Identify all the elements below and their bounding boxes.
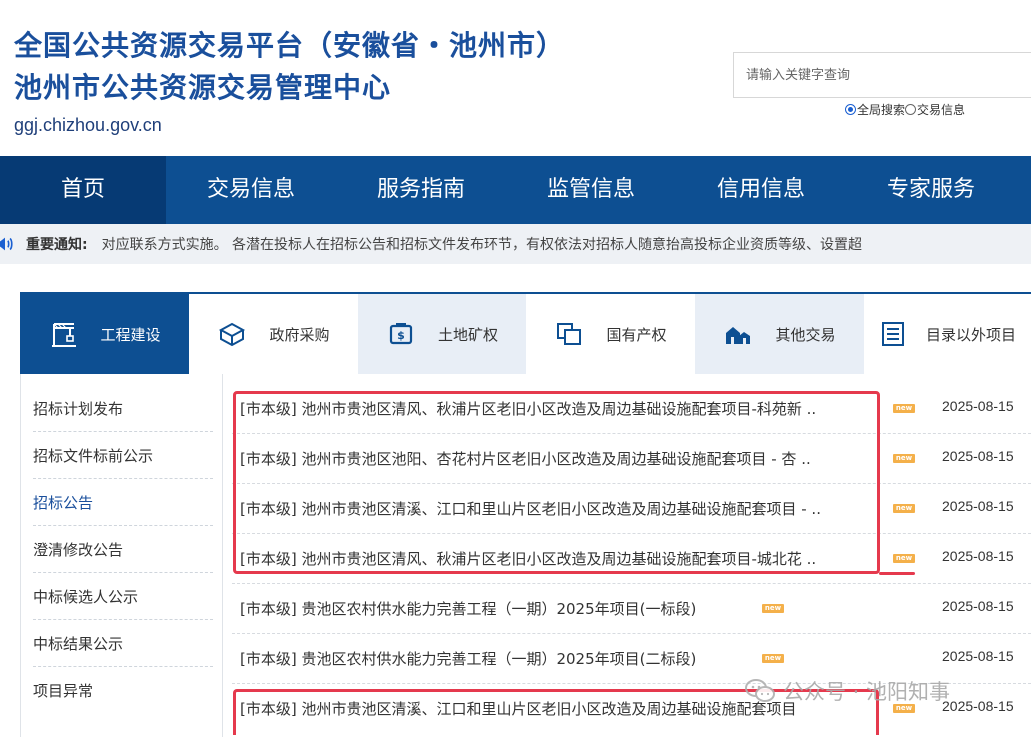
watermark: 公众号 · 池阳知事: [745, 676, 950, 706]
sidebar-item-bid-announcement[interactable]: 招标公告: [33, 480, 213, 526]
sidebar-item-clarification[interactable]: 澄清修改公告: [33, 527, 213, 573]
site-title-line1[interactable]: 全国公共资源交易平台（安徽省・池州市）: [14, 24, 565, 64]
nav-item-expert[interactable]: 专家服务: [846, 156, 1016, 224]
main-nav: 首页 交易信息 服务指南 监管信息 信用信息 专家服务: [0, 156, 1031, 224]
watermark-text: 公众号 · 池阳知事: [783, 680, 951, 704]
search-scope: 全局搜索 交易信息: [845, 101, 965, 118]
trade-tabs: 工程建设 政府采购 $ 土地矿权 国有产权 其他交易 目录以外项目: [20, 294, 1031, 374]
sidebar-item-project-exception[interactable]: 项目异常: [33, 668, 213, 714]
scope-radio-global[interactable]: [845, 104, 856, 115]
tab-label: 国有产权: [606, 325, 667, 344]
new-badge: new: [893, 504, 915, 513]
nav-item-supervision[interactable]: 监管信息: [506, 156, 676, 224]
new-badge: new: [762, 604, 784, 613]
list-item-date: 2025-08-15: [942, 698, 1014, 714]
site-header: 全国公共资源交易平台（安徽省・池州市） 池州市公共资源交易管理中心 ggj.ch…: [0, 0, 1031, 156]
site-domain: ggj.chizhou.gov.cn: [14, 115, 162, 135]
tab-label: 工程建设: [100, 325, 161, 344]
new-badge: new: [762, 654, 784, 663]
nav-item-service-guide[interactable]: 服务指南: [336, 156, 506, 224]
search-box: [733, 52, 1031, 98]
svg-text:$: $: [397, 329, 405, 342]
list-item[interactable]: [市本级] 贵池区农村供水能力完善工程（一期）2025年项目(一标段) new …: [232, 584, 1031, 634]
tab-engineering[interactable]: 工程建设: [20, 294, 189, 374]
notice-label: 重要通知:: [26, 237, 88, 253]
houses-icon: [726, 327, 751, 344]
speaker-icon: [0, 237, 13, 251]
new-badge: new: [893, 454, 915, 463]
list-item-date: 2025-08-15: [942, 548, 1014, 564]
crane-icon: [52, 323, 77, 347]
highlight-box-top: [233, 391, 880, 574]
tab-label: 其他交易: [775, 325, 836, 344]
sidebar-item-bid-plan[interactable]: 招标计划发布: [33, 386, 213, 432]
tab-other-trade[interactable]: 其他交易: [695, 294, 864, 374]
tab-other-projects[interactable]: 目录以外项目: [864, 294, 1031, 374]
tab-label: 土地矿权: [437, 325, 498, 344]
nav-item-credit[interactable]: 信用信息: [676, 156, 846, 224]
tab-government-procurement[interactable]: 政府采购: [189, 294, 358, 374]
list-item-date: 2025-08-15: [942, 498, 1014, 514]
scope-label-trade[interactable]: 交易信息: [917, 101, 965, 118]
list-item-date: 2025-08-15: [942, 448, 1014, 464]
list-item-title[interactable]: [市本级] 贵池区农村供水能力完善工程（一期）2025年项目(一标段): [240, 598, 755, 619]
search-input[interactable]: [734, 53, 1031, 97]
tab-label: 政府采购: [269, 325, 330, 344]
scope-label-global[interactable]: 全局搜索: [857, 101, 905, 118]
nav-item-trade-info[interactable]: 交易信息: [166, 156, 336, 224]
sidebar-item-result-publicity[interactable]: 中标结果公示: [33, 621, 213, 667]
land-certificate-icon: $: [389, 323, 413, 345]
scope-radio-trade[interactable]: [905, 104, 917, 115]
list-item-date: 2025-08-15: [942, 648, 1014, 664]
tab-land-mining[interactable]: $ 土地矿权: [358, 294, 526, 374]
list-item-title[interactable]: [市本级] 贵池区农村供水能力完善工程（一期）2025年项目(二标段): [240, 648, 755, 669]
box-icon: [219, 322, 246, 347]
highlight-underline: [879, 572, 915, 575]
new-badge: new: [893, 404, 915, 413]
tab-label: 目录以外项目: [926, 325, 1017, 344]
notice-bar: 重要通知: 对应联系方式实施。 各潜在投标人在招标公告和招标文件发布环节，有权依…: [0, 224, 1031, 264]
sidebar-item-bid-doc-publicity[interactable]: 招标文件标前公示: [33, 433, 213, 479]
site-title-line2[interactable]: 池州市公共资源交易管理中心: [14, 66, 391, 106]
list-item-date: 2025-08-15: [942, 398, 1014, 414]
list-icon: [882, 322, 904, 346]
nav-item-home[interactable]: 首页: [0, 156, 166, 224]
sidebar: 招标计划发布 招标文件标前公示 招标公告 澄清修改公告 中标候选人公示 中标结果…: [20, 374, 223, 737]
new-badge: new: [893, 554, 915, 563]
sidebar-item-candidate-publicity[interactable]: 中标候选人公示: [33, 574, 213, 620]
list-item-date: 2025-08-15: [942, 598, 1014, 614]
tab-state-property[interactable]: 国有产权: [526, 294, 695, 374]
overlap-squares-icon: [557, 323, 582, 345]
notice-text[interactable]: 对应联系方式实施。 各潜在投标人在招标公告和招标文件发布环节，有权依法对招标人随…: [102, 234, 862, 254]
wechat-icon: [745, 679, 775, 702]
